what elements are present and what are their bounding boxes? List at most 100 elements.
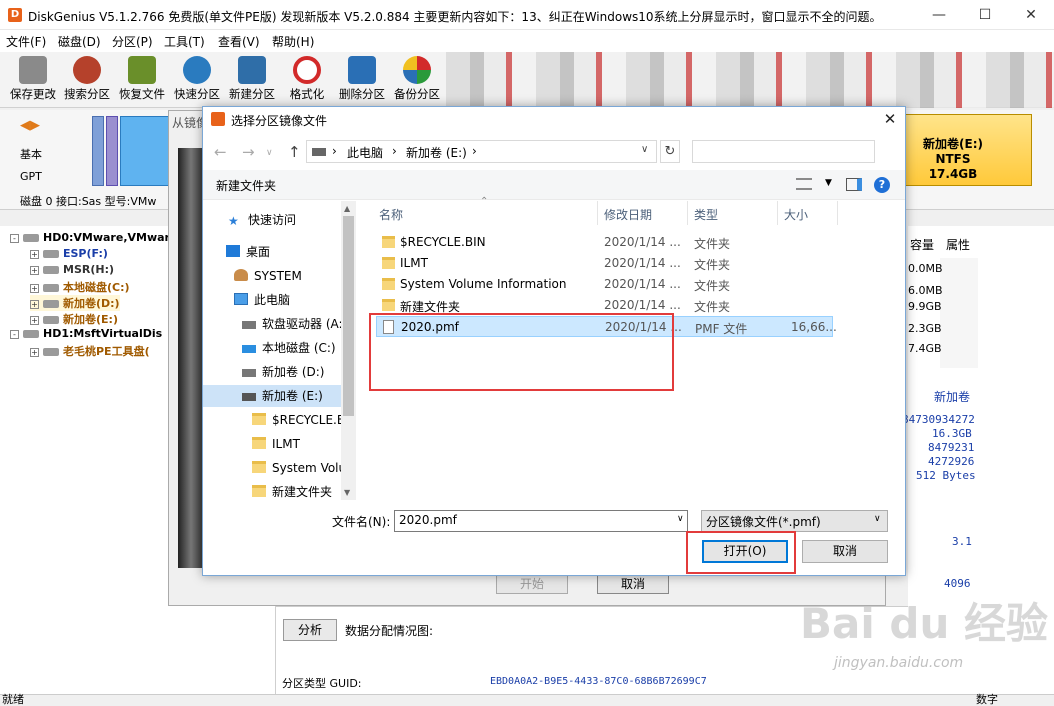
nav-floppy-a[interactable]: 软盘驱动器 (A: bbox=[242, 313, 343, 335]
disk-basic-label: 基本 bbox=[20, 148, 42, 161]
collapse-icon[interactable]: - bbox=[10, 233, 19, 243]
nav-folder-recycle[interactable]: $RECYCLE.BI bbox=[252, 409, 349, 431]
expand-icon[interactable]: + bbox=[30, 265, 39, 275]
recover-files-button[interactable]: 恢复文件 bbox=[115, 56, 169, 106]
menu-view[interactable]: 查看(V) bbox=[218, 33, 260, 50]
nav-quick-access[interactable]: ★ 快速访问 bbox=[228, 209, 296, 231]
file-row[interactable]: ILMT 2020/1/14 ... 文件夹 bbox=[376, 253, 833, 274]
backup-partition-button[interactable]: 备份分区 bbox=[390, 56, 444, 106]
back-arrow-icon[interactable]: ← bbox=[214, 143, 227, 161]
analyze-button[interactable]: 分析 bbox=[283, 619, 337, 641]
column-separator[interactable] bbox=[777, 201, 778, 225]
search-partition-button[interactable]: 搜索分区 bbox=[60, 56, 114, 106]
ad-banner[interactable] bbox=[446, 52, 1054, 108]
cancel-button[interactable]: 取消 bbox=[802, 540, 888, 563]
menu-bar bbox=[0, 30, 1054, 52]
breadcrumb-separator[interactable]: › bbox=[332, 144, 337, 158]
breadcrumb-this-pc[interactable]: 此电脑 bbox=[347, 144, 383, 161]
dialog-close-button[interactable]: ✕ bbox=[880, 109, 900, 129]
breadcrumb-separator[interactable]: › bbox=[472, 144, 477, 158]
breadcrumb-volume-e[interactable]: 新加卷 (E:) bbox=[406, 144, 467, 161]
tree-item-c[interactable]: + 本地磁盘(C:) bbox=[30, 279, 130, 295]
nav-folder-svi[interactable]: System Volu bbox=[252, 457, 346, 479]
folder-icon bbox=[382, 257, 395, 269]
menu-disk[interactable]: 磁盘(D) bbox=[58, 33, 101, 50]
column-separator[interactable] bbox=[597, 201, 598, 225]
cancel-restore-button[interactable]: 取消 bbox=[597, 574, 669, 594]
expand-icon[interactable]: + bbox=[30, 249, 39, 259]
tree-item-pe[interactable]: + 老毛桃PE工具盘( bbox=[30, 343, 150, 359]
nav-volume-d[interactable]: 新加卷 (D:) bbox=[242, 361, 324, 383]
nav-volume-e[interactable]: 新加卷 (E:) bbox=[242, 385, 323, 407]
tree-item-hd1[interactable]: - HD1:MsftVirtualDis bbox=[10, 327, 162, 343]
filename-dropdown-icon[interactable]: ∨ bbox=[677, 514, 684, 524]
start-button[interactable]: 开始 bbox=[496, 574, 568, 594]
menu-partition[interactable]: 分区(P) bbox=[112, 33, 153, 50]
column-header-size[interactable]: 大小 bbox=[784, 206, 808, 223]
folder-icon bbox=[252, 413, 266, 425]
tree-item-e[interactable]: + 新加卷(E:) bbox=[30, 311, 118, 327]
view-dropdown-icon[interactable]: ▼ bbox=[825, 178, 832, 188]
delete-partition-button[interactable]: 删除分区 bbox=[335, 56, 389, 106]
scroll-up-icon[interactable]: ▲ bbox=[344, 204, 350, 213]
partition-esp-block[interactable] bbox=[92, 116, 104, 186]
column-header-date[interactable]: 修改日期 bbox=[604, 206, 652, 223]
column-separator[interactable] bbox=[837, 201, 838, 225]
filetype-select[interactable]: 分区镜像文件(*.pmf) bbox=[701, 510, 888, 532]
expand-icon[interactable]: + bbox=[30, 315, 39, 325]
preview-pane-icon[interactable] bbox=[846, 178, 862, 191]
recent-dropdown-icon[interactable]: ∨ bbox=[266, 148, 273, 158]
file-type: 文件夹 bbox=[694, 258, 731, 272]
partition-c-block[interactable] bbox=[120, 116, 170, 186]
volume-label: 新加卷 bbox=[934, 390, 971, 404]
drive-icon bbox=[312, 148, 326, 156]
menu-help[interactable]: 帮助(H) bbox=[272, 33, 314, 50]
disk-gpt-label: GPT bbox=[20, 170, 42, 183]
menu-tools[interactable]: 工具(T) bbox=[164, 33, 205, 50]
quick-partition-button[interactable]: 快速分区 bbox=[170, 56, 224, 106]
tree-item-msr[interactable]: + MSR(H:) bbox=[30, 263, 114, 279]
breadcrumb-separator[interactable]: › bbox=[392, 144, 397, 158]
column-separator[interactable] bbox=[687, 201, 688, 225]
new-folder-button[interactable]: 新建文件夹 bbox=[216, 177, 276, 194]
maximize-button[interactable]: ☐ bbox=[962, 0, 1008, 30]
address-dropdown-icon[interactable]: ∨ bbox=[641, 144, 648, 155]
save-changes-button[interactable]: 保存更改 bbox=[6, 56, 60, 106]
scroll-down-icon[interactable]: ▼ bbox=[344, 488, 350, 497]
file-row[interactable]: System Volume Information 2020/1/14 ... … bbox=[376, 274, 833, 295]
column-header-type[interactable]: 类型 bbox=[694, 206, 718, 223]
collapse-icon[interactable]: - bbox=[10, 329, 19, 339]
expand-icon[interactable]: + bbox=[30, 283, 39, 293]
nav-system-user[interactable]: SYSTEM bbox=[234, 265, 302, 287]
nav-this-pc[interactable]: 此电脑 bbox=[234, 289, 290, 311]
expand-icon[interactable]: + bbox=[30, 299, 39, 309]
close-button[interactable]: ✕ bbox=[1008, 0, 1054, 30]
delete-partition-icon bbox=[348, 56, 376, 84]
tree-item-d[interactable]: + 新加卷(D:) bbox=[30, 295, 120, 311]
nav-folder-new[interactable]: 新建文件夹 bbox=[252, 481, 332, 500]
filetype-dropdown-icon[interactable]: ∨ bbox=[874, 514, 881, 524]
tree-item-esp[interactable]: + ESP(F:) bbox=[30, 247, 108, 263]
view-options-icon[interactable] bbox=[796, 178, 812, 190]
minimize-button[interactable]: — bbox=[916, 0, 962, 30]
partition-msr-block[interactable] bbox=[106, 116, 118, 186]
nav-local-c[interactable]: 本地磁盘 (C:) bbox=[242, 337, 336, 359]
nav-desktop[interactable]: 桌面 bbox=[226, 241, 270, 263]
refresh-icon[interactable]: ↻ bbox=[660, 140, 680, 163]
search-input[interactable] bbox=[692, 140, 875, 163]
nav-scrollbar-thumb[interactable] bbox=[343, 216, 354, 416]
nav-folder-ilmt[interactable]: ILMT bbox=[252, 433, 300, 455]
tree-item-hd0[interactable]: - HD0:VMware,VMwareV bbox=[10, 231, 186, 247]
nav-arrows-icon[interactable]: ◀▶ bbox=[20, 118, 40, 133]
format-button[interactable]: 格式化 bbox=[280, 56, 334, 106]
forward-arrow-icon[interactable]: → bbox=[242, 143, 255, 161]
column-header-name[interactable]: 名称 bbox=[379, 206, 403, 223]
menu-file[interactable]: 文件(F) bbox=[6, 33, 46, 50]
new-partition-button[interactable]: 新建分区 bbox=[225, 56, 279, 106]
filename-input[interactable]: 2020.pmf bbox=[394, 510, 688, 532]
help-icon[interactable]: ? bbox=[874, 177, 890, 193]
file-row[interactable]: $RECYCLE.BIN 2020/1/14 ... 文件夹 bbox=[376, 232, 833, 253]
expand-icon[interactable]: + bbox=[30, 347, 39, 357]
up-arrow-icon[interactable]: ↑ bbox=[288, 143, 301, 161]
info-value: 4272926 bbox=[928, 455, 975, 468]
